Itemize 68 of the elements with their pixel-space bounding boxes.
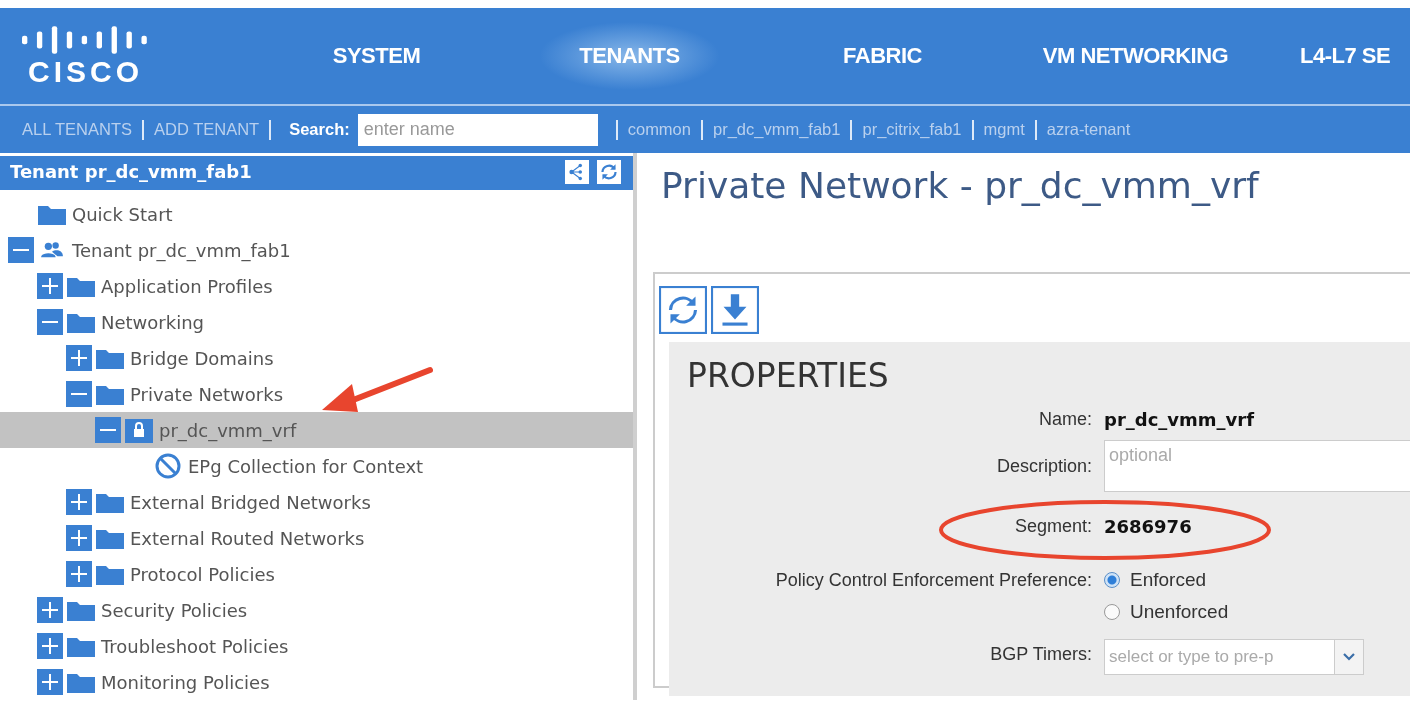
dropdown-button[interactable] <box>1335 639 1364 675</box>
search-label: Search: <box>289 120 350 139</box>
folder-icon <box>67 599 95 621</box>
folder-icon <box>67 311 95 333</box>
folder-icon <box>38 203 66 225</box>
tree-item[interactable]: Application Profiles <box>0 268 633 304</box>
toggle-icon[interactable] <box>66 525 92 551</box>
bgp-timers-field[interactable]: select or type to pre-p <box>1104 639 1335 675</box>
folder-icon <box>96 563 124 585</box>
toggle-icon[interactable] <box>8 237 34 263</box>
nav-tab[interactable]: VM NETWORKING <box>1009 8 1262 104</box>
tree-item[interactable]: pr_dc_vmm_vrf <box>0 412 633 448</box>
search-field[interactable]: enter name <box>357 113 598 146</box>
folder-icon <box>67 671 95 693</box>
toggle-icon[interactable] <box>95 417 121 443</box>
tree-item[interactable]: Tenant pr_dc_vmm_fab1 <box>0 232 633 268</box>
chevron-down-icon <box>1343 653 1355 661</box>
no-sign-icon <box>154 452 182 480</box>
tree-item[interactable]: Quick Start <box>0 196 633 232</box>
toggle-icon[interactable] <box>37 309 63 335</box>
folder-icon <box>96 527 124 549</box>
name-value: pr_dc_vmm_vrf <box>1104 409 1256 430</box>
folder-icon <box>67 275 95 297</box>
toggle-icon[interactable] <box>66 489 92 515</box>
description-field[interactable]: optional <box>1104 440 1410 492</box>
tree-item[interactable]: Networking <box>0 304 633 340</box>
section-heading: PROPERTIES <box>687 356 890 395</box>
folder-icon <box>96 383 124 405</box>
tree-item[interactable]: Private Networks <box>0 376 633 412</box>
logo-text: CISCO <box>28 56 143 88</box>
logo-bars-icon <box>22 24 150 56</box>
toggle-icon[interactable] <box>66 561 92 587</box>
field-label: Segment: <box>1013 515 1092 538</box>
tree-item[interactable]: Bridge Domains <box>0 340 633 376</box>
nav-tab[interactable]: SYSTEM <box>250 8 503 104</box>
download-icon[interactable] <box>711 286 759 334</box>
tree-item[interactable]: Troubleshoot Policies <box>0 628 633 664</box>
toggle-icon[interactable] <box>37 633 63 659</box>
toggle-icon[interactable] <box>66 381 92 407</box>
field-label: BGP Timers: <box>989 643 1092 665</box>
page-title: Private Network - pr_dc_vmm_vrf <box>661 165 1261 208</box>
folder-icon <box>67 635 95 657</box>
radio-option[interactable]: Unenforced <box>1104 601 1404 623</box>
tree-item[interactable]: Protocol Policies <box>0 556 633 592</box>
radio-option[interactable]: Enforced <box>1104 569 1404 591</box>
nav-tab[interactable]: L4-L7 SE <box>1262 8 1391 104</box>
folder-icon <box>96 491 124 513</box>
refresh-icon[interactable] <box>659 286 707 334</box>
tree-item[interactable]: External Routed Networks <box>0 520 633 556</box>
tree-item[interactable]: EPg Collection for Context <box>0 448 633 484</box>
tree-title: Tenant pr_dc_vmm_fab1 <box>10 161 252 182</box>
users-icon <box>38 240 66 260</box>
toggle-icon[interactable] <box>66 345 92 371</box>
tree-item[interactable]: Monitoring Policies <box>0 664 633 700</box>
tree-item[interactable]: Security Policies <box>0 592 633 628</box>
nav-tab[interactable]: FABRIC <box>756 8 1009 104</box>
refresh-icon[interactable] <box>597 159 621 184</box>
folder-icon <box>96 347 124 369</box>
toggle-icon[interactable] <box>37 597 63 623</box>
topology-icon[interactable] <box>565 159 589 184</box>
field-label: Name: <box>1038 409 1092 430</box>
tree-item[interactable]: External Bridged Networks <box>0 484 633 520</box>
toggle-icon[interactable] <box>37 273 63 299</box>
segment-value: 2686976 <box>1104 515 1193 539</box>
lock-folder-icon <box>125 417 153 443</box>
toggle-icon[interactable] <box>37 669 63 695</box>
field-label: Description: <box>995 455 1092 477</box>
field-label: Policy Control Enforcement Preference: <box>774 569 1092 591</box>
